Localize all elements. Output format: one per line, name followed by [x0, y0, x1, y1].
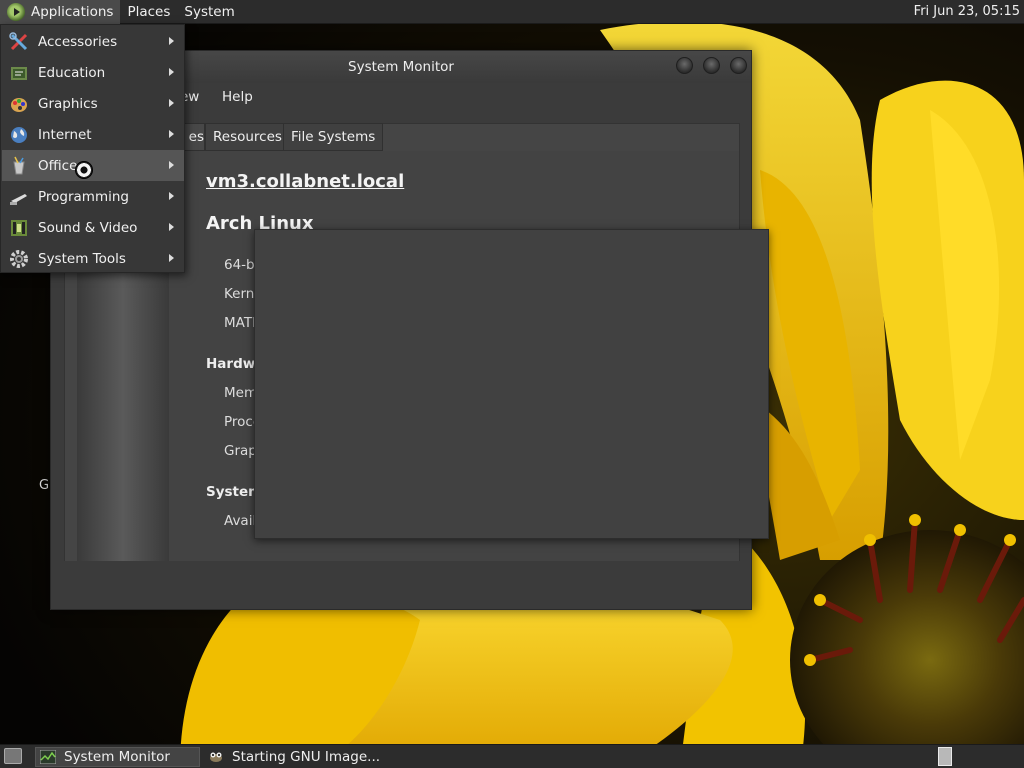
tab-processes-label: es — [188, 129, 204, 145]
accessories-icon — [9, 31, 29, 52]
submenu-arrow-icon — [169, 192, 174, 200]
top-panel: Applications Places System Fri Jun 23, 0… — [0, 0, 1024, 24]
applications-menu-button[interactable]: Applications — [0, 0, 121, 24]
desktop-icon-label[interactable]: G — [39, 478, 49, 493]
menu-label-internet: Internet — [38, 126, 92, 143]
sound-video-icon — [9, 218, 29, 238]
graphics-icon — [9, 94, 29, 114]
menu-item-sound-video[interactable]: Sound & Video — [2, 212, 184, 243]
busy-cursor-icon — [75, 161, 93, 179]
submenu-arrow-icon — [169, 37, 174, 45]
system-menu-button[interactable]: System — [177, 0, 241, 24]
menu-label-sound-video: Sound & Video — [38, 219, 138, 236]
gimp-icon — [208, 750, 224, 764]
hostname: vm3.collabnet.local — [206, 171, 405, 192]
menu-label-graphics: Graphics — [38, 95, 98, 112]
menu-item-accessories[interactable]: Accessories — [2, 26, 184, 57]
taskbar-system-monitor-label: System Monitor — [64, 749, 170, 765]
submenu-arrow-icon — [169, 68, 174, 76]
gimp-splash-window — [254, 229, 769, 539]
menu-label-accessories: Accessories — [38, 33, 118, 50]
tab-resources-label: Resources — [213, 129, 282, 145]
taskbar-system-monitor[interactable]: System Monitor — [35, 747, 200, 767]
help-menu[interactable]: Help — [222, 89, 253, 105]
menu-item-system-tools[interactable]: System Tools — [2, 243, 184, 274]
taskbar-gimp-label: Starting GNU Image... — [232, 749, 381, 765]
internet-globe-icon — [9, 125, 29, 145]
places-menu-button[interactable]: Places — [120, 0, 177, 24]
tab-file-systems[interactable]: File Systems — [283, 123, 384, 151]
programming-icon — [9, 187, 29, 207]
submenu-arrow-icon — [169, 254, 174, 262]
menu-item-office[interactable]: Office — [2, 150, 184, 181]
tab-file-systems-label: File Systems — [291, 129, 376, 145]
places-menu-label: Places — [127, 3, 171, 20]
submenu-arrow-icon — [169, 130, 174, 138]
submenu-arrow-icon — [169, 161, 174, 169]
submenu-arrow-icon — [169, 99, 174, 107]
system-tools-gear-icon — [9, 249, 29, 269]
window-bottom-area — [51, 561, 751, 609]
office-icon — [9, 156, 29, 176]
menu-label-programming: Programming — [38, 188, 129, 205]
panel-clock[interactable]: Fri Jun 23, 05:15 — [914, 0, 1020, 24]
mate-logo-icon — [7, 2, 25, 21]
workspace-switcher[interactable] — [938, 747, 952, 766]
maximize-button[interactable] — [703, 57, 720, 74]
menu-item-graphics[interactable]: Graphics — [2, 88, 184, 119]
menu-item-programming[interactable]: Programming — [2, 181, 184, 212]
menu-item-education[interactable]: Education — [2, 57, 184, 88]
submenu-arrow-icon — [169, 223, 174, 231]
system-monitor-icon — [39, 749, 57, 765]
applications-menu: Accessories Education Graphics Internet … — [0, 24, 185, 273]
minimize-button[interactable] — [676, 57, 693, 74]
menu-label-office: Office — [38, 157, 78, 174]
menu-label-system-tools: System Tools — [38, 250, 126, 267]
bottom-panel: System Monitor Starting GNU Image... — [0, 744, 1024, 768]
applications-menu-label: Applications — [31, 3, 114, 20]
menu-item-internet[interactable]: Internet — [2, 119, 184, 150]
menu-label-education: Education — [38, 64, 106, 81]
close-button[interactable] — [730, 57, 747, 74]
tab-resources[interactable]: Resources — [205, 123, 290, 151]
system-menu-label: System — [184, 3, 235, 20]
education-icon — [9, 63, 29, 83]
taskbar-gimp-starting[interactable]: Starting GNU Image... — [204, 747, 404, 767]
show-desktop-icon[interactable] — [4, 748, 22, 764]
